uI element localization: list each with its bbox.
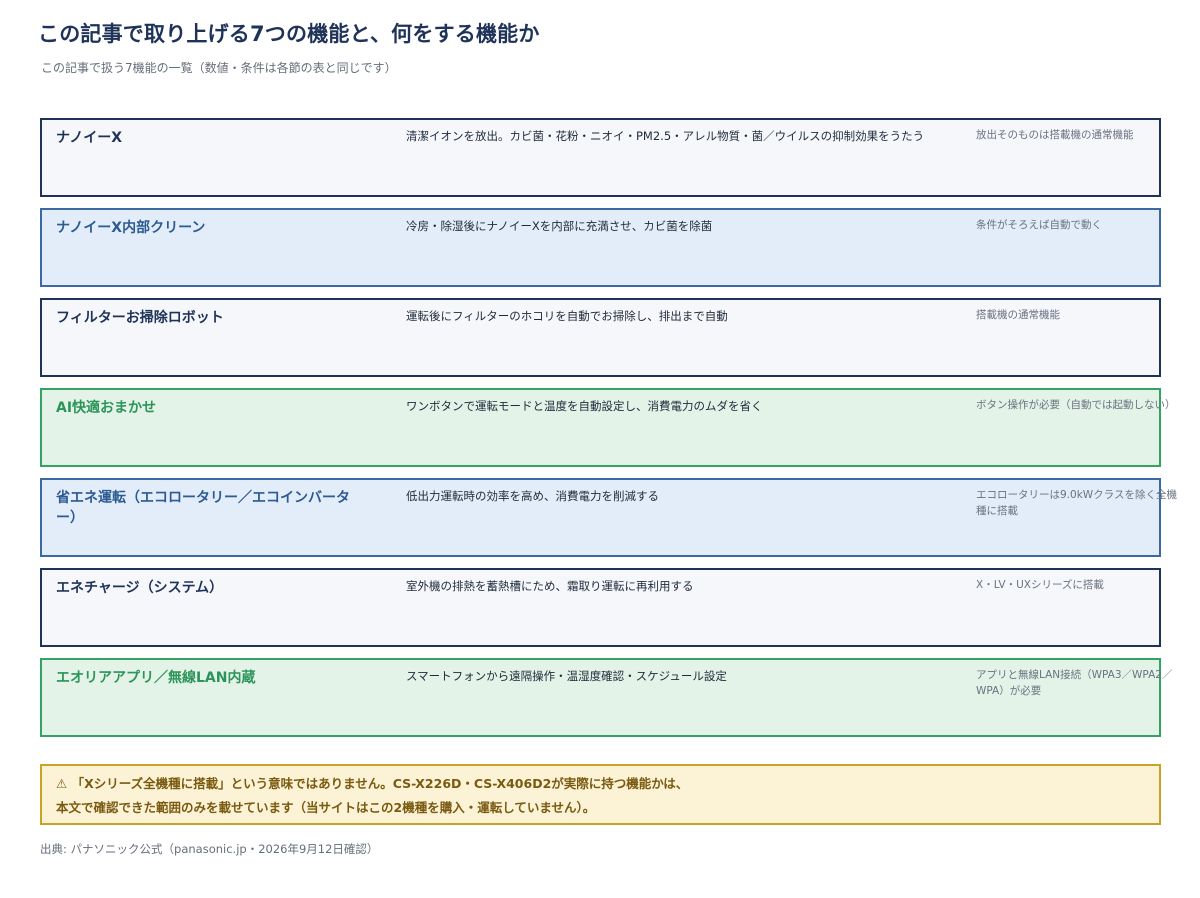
feature-description: スマートフォンから遠隔操作・温湿度確認・スケジュール設定 bbox=[406, 669, 727, 683]
feature-row-filter-cleaning-robot: フィルターお掃除ロボット 運転後にフィルターのホコリを自動でお掃除し、排出まで自… bbox=[40, 298, 1161, 377]
feature-note: 条件がそろえば自動で動く bbox=[976, 219, 1102, 231]
feature-name: エオリアアプリ／無線LAN内蔵 bbox=[56, 670, 256, 686]
feature-row-eolia-app: エオリアアプリ／無線LAN内蔵 スマートフォンから遠隔操作・温湿度確認・スケジュ… bbox=[40, 658, 1172, 737]
feature-name: ナノイーX内部クリーン bbox=[56, 220, 206, 236]
disclaimer-text-1: 「Xシリーズ全機種に搭載」という意味ではありません。CS-X226D・CS-X4… bbox=[71, 776, 689, 791]
feature-name: ナノイーX bbox=[56, 130, 123, 146]
page-title: この記事で取り上げる7つの機能と、何をする機能か bbox=[38, 22, 540, 46]
warning-icon: ⚠ bbox=[56, 776, 68, 791]
page-subtitle: この記事で扱う7機能の一覧（数値・条件は各節の表と同じです） bbox=[41, 61, 397, 75]
feature-description: ワンボタンで運転モードと温度を自動設定し、消費電力のムダを省く bbox=[406, 399, 763, 413]
feature-row-nanoe-x: ナノイーX 清潔イオンを放出。カビ菌・花粉・ニオイ・PM2.5・アレル物質・菌／… bbox=[40, 118, 1161, 197]
page: この記事で取り上げる7つの機能と、何をする機能か この記事で扱う7機能の一覧（数… bbox=[0, 0, 1200, 898]
feature-list: ナノイーX 清潔イオンを放出。カビ菌・花粉・ニオイ・PM2.5・アレル物質・菌／… bbox=[40, 118, 1177, 748]
feature-name: フィルターお掃除ロボット bbox=[56, 310, 224, 326]
disclaimer-line-1: ⚠ 「Xシリーズ全機種に搭載」という意味ではありません。CS-X226D・CS-… bbox=[56, 772, 1145, 796]
feature-description: 室外機の排熱を蓄熱槽にため、霜取り運転に再利用する bbox=[406, 579, 694, 593]
feature-name: AI快適おまかせ bbox=[56, 400, 157, 416]
feature-name: エネチャージ（システム） bbox=[56, 580, 224, 596]
feature-row-energy-saving: 省エネ運転（エコロータリー／エコインバーター） 低出力運転時の効率を高め、消費電… bbox=[40, 478, 1177, 557]
feature-note: ボタン操作が必要（自動では起動しない） bbox=[976, 399, 1176, 411]
feature-note: 放出そのものは搭載機の通常機能 bbox=[976, 129, 1134, 141]
feature-row-ai-comfort: AI快適おまかせ ワンボタンで運転モードと温度を自動設定し、消費電力のムダを省く… bbox=[40, 388, 1176, 467]
feature-description: 運転後にフィルターのホコリを自動でお掃除し、排出まで自動 bbox=[406, 309, 728, 323]
disclaimer-line-2: 本文で確認できた範囲のみを載せています（当サイトはこの2機種を購入・運転していま… bbox=[56, 800, 596, 815]
disclaimer-box: ⚠ 「Xシリーズ全機種に搭載」という意味ではありません。CS-X226D・CS-… bbox=[40, 764, 1161, 825]
feature-name: 省エネ運転（エコロータリー／エコインバーター） bbox=[56, 490, 350, 526]
feature-description: 低出力運転時の効率を高め、消費電力を削減する bbox=[406, 489, 659, 503]
feature-note: 搭載機の通常機能 bbox=[976, 309, 1060, 321]
feature-row-enecharge: エネチャージ（システム） 室外機の排熱を蓄熱槽にため、霜取り運転に再利用する X… bbox=[40, 568, 1161, 647]
feature-note: アプリと無線LAN接続（WPA3／WPA2／WPA）が必要 bbox=[976, 669, 1173, 697]
source-citation: 出典: パナソニック公式（panasonic.jp・2026年9月12日確認） bbox=[40, 842, 379, 856]
feature-row-nanoe-x-internal-clean: ナノイーX内部クリーン 冷房・除湿後にナノイーXを内部に充満させ、カビ菌を除菌 … bbox=[40, 208, 1161, 287]
feature-description: 清潔イオンを放出。カビ菌・花粉・ニオイ・PM2.5・アレル物質・菌／ウイルスの抑… bbox=[406, 129, 925, 143]
feature-note: X・LV・UXシリーズに搭載 bbox=[976, 579, 1104, 591]
feature-description: 冷房・除湿後にナノイーXを内部に充満させ、カビ菌を除菌 bbox=[406, 219, 713, 233]
feature-note: エコロータリーは9.0kWクラスを除く全機種に搭載 bbox=[976, 489, 1177, 517]
